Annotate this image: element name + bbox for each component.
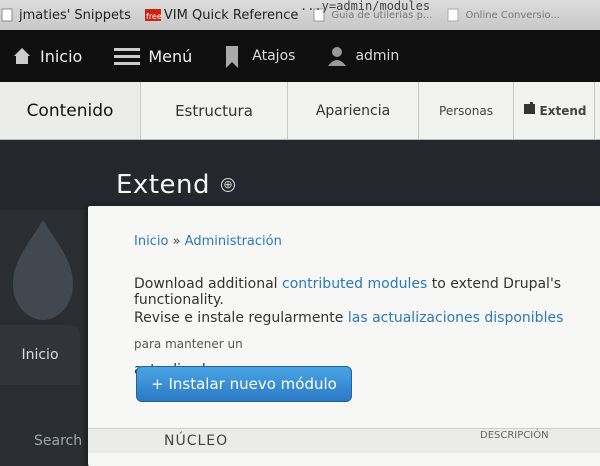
updates-text-cont: para mantener un <box>134 337 243 351</box>
breadcrumb-home-link[interactable]: Inicio <box>134 234 168 249</box>
page-header <box>0 140 600 210</box>
tray-item-label: Personas <box>439 103 493 118</box>
tray-item-contenido[interactable]: Contenido <box>0 82 141 139</box>
page-icon <box>0 8 14 22</box>
tray-item-label: Estructura <box>175 101 253 120</box>
home-icon <box>12 46 32 66</box>
updates-text-pre: Revise e instale regularmente <box>134 310 348 326</box>
add-shortcut-icon[interactable]: ⊕ <box>221 178 235 192</box>
intro-text-pre: Download additional <box>134 276 283 292</box>
address-bar-url[interactable]: ...y=admin/modules <box>300 0 430 12</box>
toolbar-menu[interactable]: Menú <box>114 46 192 66</box>
toolbar-user-label: admin <box>355 48 400 64</box>
page-title: Extend <box>116 170 210 200</box>
bookmark-label: VIM Quick Reference <box>163 7 299 23</box>
tray-item-apariencia[interactable]: Apariencia <box>288 82 419 139</box>
tray-item-personas[interactable]: Personas <box>419 82 514 139</box>
bookmark-icon <box>224 46 244 68</box>
admin-toolbar: Inicio Menú Atajos admin <box>0 30 600 82</box>
tray-item-label: Apariencia <box>315 102 391 119</box>
install-new-module-button[interactable]: + Instalar nuevo módulo <box>136 366 352 402</box>
tray-item-extend[interactable]: Extend <box>514 82 595 139</box>
toolbar-home[interactable]: Inicio <box>12 46 82 66</box>
breadcrumb: Inicio » Administración <box>134 234 282 249</box>
intro-paragraph: Download additional contributed modules … <box>134 276 594 308</box>
table-header-core[interactable]: NÚCLEO <box>164 433 228 449</box>
drupal-drop-icon <box>13 220 73 320</box>
breadcrumb-separator: » <box>172 234 181 249</box>
puzzle-icon <box>522 102 536 119</box>
contributed-modules-link[interactable]: contributed modules <box>282 276 427 292</box>
available-updates-link[interactable]: las actualizaciones disponibles <box>348 310 564 326</box>
sidebar-tab-label: Inicio <box>21 347 59 363</box>
sidebar-tab-inicio[interactable]: Inicio <box>0 325 80 385</box>
tray-item-label: Extend <box>539 103 587 118</box>
bookmark-vim-quick-reference[interactable]: free VIM Quick Reference <box>144 7 299 23</box>
toolbar-shortcuts-label: Atajos <box>252 48 296 64</box>
page-icon <box>446 8 460 22</box>
bookmark-jmaties-snippets[interactable]: jmaties' Snippets <box>0 8 131 23</box>
breadcrumb-admin-link[interactable]: Administración <box>185 234 282 249</box>
tray-item-estructura[interactable]: Estructura <box>141 82 288 139</box>
toolbar-home-label: Inicio <box>40 46 83 66</box>
toolbar-tray: Contenido Estructura Apariencia Personas… <box>0 82 600 140</box>
free-badge-icon: free <box>144 8 162 22</box>
toolbar-shortcuts[interactable]: Atajos <box>224 46 296 68</box>
bookmark-online-conversion[interactable]: Online Conversio... <box>446 8 560 22</box>
tray-item-label: Contenido <box>26 100 114 121</box>
bookmark-label: jmaties' Snippets <box>19 7 131 23</box>
hamburger-icon <box>114 46 141 66</box>
svg-text:free: free <box>146 12 161 21</box>
sidebar-search-label: Search <box>34 433 83 449</box>
toolbar-user[interactable]: admin <box>327 46 399 66</box>
user-icon <box>327 46 347 66</box>
toolbar-menu-label: Menú <box>148 46 193 66</box>
table-header-description: DESCRIPCIÓN <box>480 430 549 441</box>
bookmark-label: Online Conversio... <box>465 9 560 21</box>
